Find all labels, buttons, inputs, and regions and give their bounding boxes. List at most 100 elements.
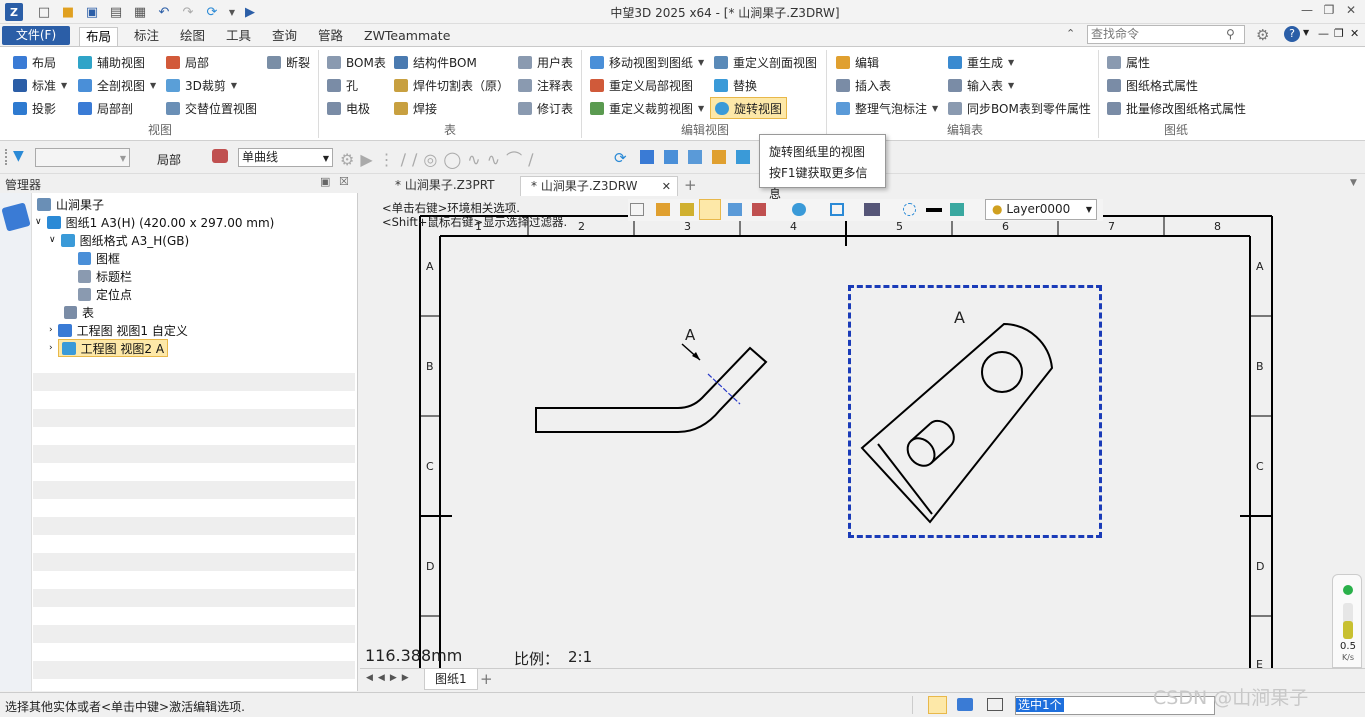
tab-drawing-file[interactable]: * 山涧果子.Z3DRW ✕	[520, 176, 678, 196]
collapse-ribbon-icon[interactable]: ⌃	[1066, 27, 1075, 40]
expand-chevron-icon[interactable]: ›	[49, 325, 53, 335]
run-icon[interactable]: ▶	[242, 4, 258, 20]
tab-annotate[interactable]: 标注	[128, 27, 165, 46]
sheet-nav-icon[interactable]: ◀◀▶▶	[366, 673, 414, 683]
restore-icon[interactable]: ❐	[1319, 3, 1339, 21]
collapse-chevron-icon[interactable]: ∨	[49, 235, 56, 245]
sheet-format-properties-button[interactable]: 图纸格式属性	[1107, 75, 1198, 95]
break-view-button[interactable]: 断裂	[267, 52, 310, 72]
save-all-icon[interactable]: ▦	[132, 4, 148, 20]
command-search-input[interactable]: 查找命令	[1087, 25, 1245, 44]
replace-button[interactable]: 替换	[714, 75, 757, 95]
tree-item-root[interactable]: 山涧果子	[37, 195, 104, 213]
rotate-tool-icon-2[interactable]	[736, 150, 750, 164]
undo-icon[interactable]: ↶	[156, 4, 172, 20]
help-dropdown-icon[interactable]: ▼	[1303, 28, 1309, 37]
view2-rotated-part[interactable]	[850, 286, 1102, 538]
manager-close-icon[interactable]: ☒	[339, 175, 349, 188]
tree-item-sheet-format[interactable]: ∨ 图纸格式 A3_H(GB)	[49, 231, 189, 249]
properties-button[interactable]: 属性	[1107, 52, 1150, 72]
move-view-to-sheet-button[interactable]: 移动视图到图纸 ▼	[590, 52, 704, 72]
sync-bom-button[interactable]: 同步BOM表到零件属性	[948, 98, 1091, 118]
edit-tool-icon[interactable]	[712, 150, 726, 164]
help-icon[interactable]: ?	[1284, 26, 1300, 42]
tree-item-view2[interactable]: › 工程图 视图2 A	[49, 339, 169, 357]
regen-icon[interactable]: ⟳	[204, 4, 220, 20]
arrange-balloons-button[interactable]: 整理气泡标注 ▼	[836, 98, 938, 118]
redefine-section-view-button[interactable]: 重定义剖面视图	[714, 52, 817, 72]
edit-table-button[interactable]: 编辑	[836, 52, 879, 72]
projection-button[interactable]: 投影	[13, 98, 56, 118]
batch-sheet-format-button[interactable]: 批量修改图纸格式属性	[1107, 98, 1246, 118]
standard-view-button[interactable]: 标准 ▼	[13, 75, 67, 95]
qa-dropdown-icon[interactable]: ▼	[224, 4, 240, 20]
display-mode-icon[interactable]	[957, 698, 973, 711]
search-icon[interactable]: ⚲	[1226, 27, 1235, 41]
brush-icon[interactable]	[656, 203, 670, 216]
import-table-button[interactable]: 输入表 ▼	[948, 75, 1014, 95]
manager-pin-icon[interactable]: ▣	[320, 175, 330, 188]
tab-query[interactable]: 查询	[266, 27, 303, 46]
regenerate-button[interactable]: 重生成 ▼	[948, 52, 1014, 72]
tab-piping[interactable]: 管路	[312, 27, 349, 46]
open-folder-icon[interactable]: ■	[60, 4, 76, 20]
insert-table-button[interactable]: 插入表	[836, 75, 891, 95]
file-menu[interactable]: 文件(F)	[2, 26, 70, 45]
sheet-tab-1[interactable]: 图纸1	[424, 669, 478, 690]
tab-list-icon[interactable]: ▼	[1350, 178, 1357, 188]
revision-table-button[interactable]: 修订表	[518, 98, 573, 118]
status-toggle-icon[interactable]	[928, 696, 947, 714]
collapse-chevron-icon[interactable]: ∨	[35, 217, 42, 227]
tree-item-title-block[interactable]: 标题栏	[78, 267, 132, 285]
rotate-view-button[interactable]: 旋转视图	[710, 97, 788, 119]
drawing-manager-icon[interactable]	[1, 202, 31, 232]
settings-gear-icon[interactable]: ⚙	[1256, 26, 1269, 44]
annotation-table-button[interactable]: 注释表	[518, 75, 573, 95]
add-sheet-icon[interactable]: +	[480, 670, 493, 688]
line-weight-icon[interactable]	[926, 208, 942, 212]
3d-clip-button[interactable]: 3D裁剪 ▼	[166, 75, 237, 95]
tab-tools[interactable]: 工具	[220, 27, 257, 46]
tree-item-view1[interactable]: › 工程图 视图1 自定义	[49, 321, 188, 339]
redefine-clip-view-button[interactable]: 重定义裁剪视图 ▼	[590, 98, 704, 118]
save-icon[interactable]: ▣	[84, 4, 100, 20]
tree-item-sheet1[interactable]: ∨ 图纸1 A3(H) (420.00 x 297.00 mm)	[35, 213, 274, 231]
hole-table-button[interactable]: 孔	[327, 75, 358, 95]
layer-stack-icon[interactable]	[950, 203, 964, 216]
weld-cut-list-button[interactable]: 焊件切割表（原）	[394, 75, 509, 95]
minimize-icon[interactable]: —	[1297, 3, 1317, 21]
tree-item-anchor[interactable]: 定位点	[78, 285, 132, 303]
new-tab-icon[interactable]: +	[684, 176, 697, 194]
paint-icon[interactable]	[680, 203, 694, 216]
aux-view-button[interactable]: 辅助视图	[78, 52, 145, 72]
tab-zwteammate[interactable]: ZWTeammate	[358, 27, 456, 46]
grid-icon[interactable]	[752, 203, 766, 216]
tree-item-table[interactable]: 表	[64, 303, 94, 321]
filter-combo[interactable]: ▼	[35, 148, 130, 167]
tab-layout[interactable]: 布局	[79, 27, 119, 46]
print-icon[interactable]: ▤	[108, 4, 124, 20]
partial-section-button[interactable]: 局部剖	[78, 98, 133, 118]
bom-table-button[interactable]: BOM表	[327, 52, 386, 72]
render-mode-icon[interactable]	[699, 199, 721, 220]
undo-view-icon[interactable]	[630, 203, 644, 216]
full-section-button[interactable]: 全剖视图 ▼	[78, 75, 156, 95]
view1-bent-bar[interactable]	[530, 336, 770, 446]
tab-draw[interactable]: 绘图	[174, 27, 211, 46]
tab-close-icon[interactable]: ✕	[662, 177, 671, 196]
redo-icon[interactable]: ↷	[180, 4, 196, 20]
doc-close-icon[interactable]: ✕	[1350, 27, 1359, 40]
alternate-position-button[interactable]: 交替位置视图	[166, 98, 257, 118]
view-tool-icon[interactable]	[640, 150, 654, 164]
expand-chevron-icon[interactable]: ›	[49, 343, 53, 353]
close-icon[interactable]: ✕	[1341, 3, 1361, 21]
pick-icon[interactable]	[212, 149, 228, 163]
detail-view-button[interactable]: 局部	[166, 52, 209, 72]
electrode-table-button[interactable]: 电极	[327, 98, 370, 118]
weldment-bom-button[interactable]: 结构件BOM	[394, 52, 477, 72]
rotate-tool-icon[interactable]: ⟳	[614, 149, 627, 167]
layout-button[interactable]: 布局	[13, 52, 56, 72]
view-tool-icon-2[interactable]	[664, 150, 678, 164]
redefine-detail-view-button[interactable]: 重定义局部视图	[590, 75, 693, 95]
weld-table-button[interactable]: 焊接	[394, 98, 437, 118]
